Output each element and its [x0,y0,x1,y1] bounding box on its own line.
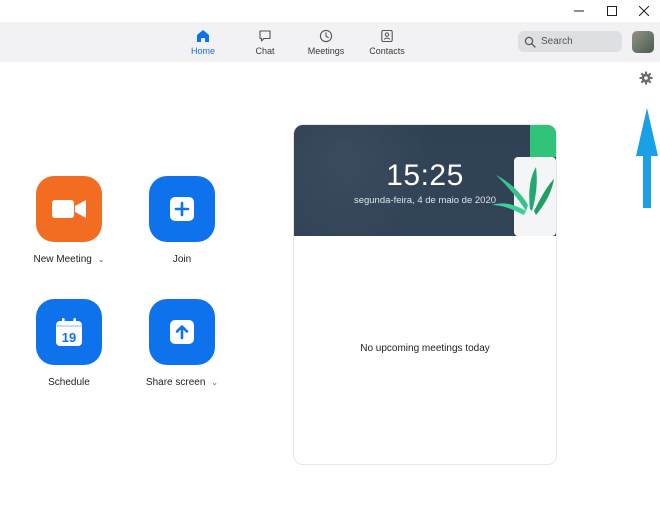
contact-card-icon [381,29,393,42]
current-date: segunda-feira, 4 de maio de 2020 [353,195,497,206]
clock-banner: 15:25 segunda-feira, 4 de maio de 2020 [294,125,556,236]
tab-meetings-label: Meetings [307,45,345,56]
schedule-label-row: Schedule [48,377,90,388]
calendar-day-number: 19 [62,330,76,345]
current-time: 15:25 [386,159,464,192]
tab-meetings[interactable]: Meetings [303,22,349,62]
new-meeting-label-row[interactable]: New Meeting ⌄ [33,254,104,265]
chat-bubble-icon [259,29,271,42]
maximize-icon [607,6,617,16]
plus-icon [170,197,194,221]
search-input[interactable]: Search [518,31,622,52]
search-placeholder: Search [541,36,573,47]
join-button[interactable] [149,176,215,242]
tab-contacts[interactable]: Contacts [364,22,410,62]
tab-contacts-label: Contacts [369,45,405,56]
new-meeting-button[interactable] [36,176,102,242]
share-screen-label: Share screen [145,377,206,388]
schedule-label: Schedule [48,377,90,388]
calendar-icon: 19 [56,318,82,346]
join-action: Join [132,176,232,265]
share-screen-label-row[interactable]: Share screen ⌄ [146,377,218,388]
schedule-action: 19 Schedule [19,299,119,388]
chevron-down-icon[interactable]: ⌄ [211,378,218,387]
video-camera-icon [52,200,86,218]
upcoming-meetings-card: 15:25 segunda-feira, 4 de maio de 2020 N… [293,124,557,465]
new-meeting-action: New Meeting ⌄ [19,176,119,265]
share-up-arrow-icon [170,320,194,344]
no-meetings-message: No upcoming meetings today [360,343,490,354]
avatar[interactable] [632,31,654,53]
chevron-down-icon[interactable]: ⌄ [98,255,105,264]
title-bar [0,0,660,22]
join-label: Join [172,254,192,265]
annotation-arrow-icon [636,108,658,208]
tab-chat[interactable]: Chat [246,22,284,62]
schedule-button[interactable]: 19 [36,299,102,365]
gear-icon[interactable] [639,71,653,85]
home-icon [197,29,209,42]
minimize-icon [574,10,584,12]
new-meeting-label: New Meeting [33,254,92,265]
close-icon [639,6,649,16]
join-label-row: Join [173,254,191,265]
tab-home[interactable]: Home [183,22,223,62]
tab-chat-label: Chat [255,45,275,56]
share-screen-action: Share screen ⌄ [132,299,232,388]
search-icon [524,36,536,48]
close-button[interactable] [625,0,660,22]
share-screen-button[interactable] [149,299,215,365]
clock-icon [319,29,333,42]
tab-home-label: Home [190,45,215,56]
